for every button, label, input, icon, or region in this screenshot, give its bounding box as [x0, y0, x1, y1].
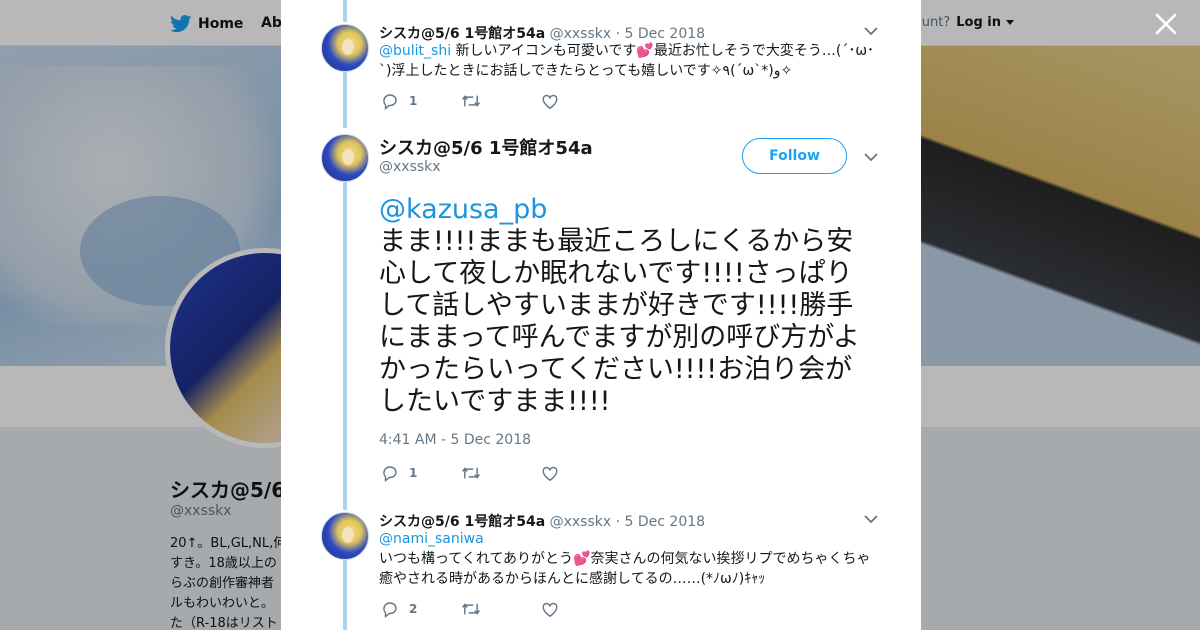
chevron-down-icon[interactable] [864, 514, 878, 524]
tweet-date[interactable]: 5 Dec 2018 [625, 26, 706, 42]
tweet-body: まま!!!!ままも最近ころしにくるから安心して夜しか眠れないです!!!!さっぱり… [379, 226, 860, 417]
thread-line [343, 72, 347, 128]
tweet-body: 新しいアイコンも可愛いです💕最近お忙しそうで大変そう…(´･ω･`)浮上したとき… [379, 43, 875, 79]
reply-button[interactable]: 1 [381, 92, 461, 110]
like-icon [542, 602, 558, 617]
separator-dot: · [615, 514, 621, 530]
reply-icon [383, 94, 397, 110]
reply-icon [383, 602, 397, 618]
retweet-icon [461, 467, 481, 479]
chevron-down-icon[interactable] [864, 26, 878, 36]
avatar[interactable] [321, 134, 369, 182]
like-icon [542, 466, 558, 481]
chevron-down-icon[interactable] [864, 152, 878, 162]
tweet-author-handle[interactable]: @xxsskx [550, 26, 612, 42]
like-button[interactable] [541, 93, 621, 110]
avatar[interactable] [321, 512, 369, 560]
tweet-author-name[interactable]: シスカ@5/6 1号館オ54a [379, 134, 593, 160]
thread-line [343, 0, 347, 22]
tweet-author-name[interactable]: シスカ@5/6 1号館オ54a [379, 26, 545, 42]
reply-button[interactable]: 2 [381, 600, 461, 618]
reply-count: 1 [409, 94, 418, 108]
retweet-icon [461, 603, 481, 615]
close-icon[interactable] [1153, 11, 1179, 37]
tweet-modal: シスカ@5/6 1号館オ54a @xxsskx · 5 Dec 2018 @bu… [281, 0, 921, 630]
reply-count: 1 [409, 466, 418, 480]
tweet-header: シスカ@5/6 1号館オ54a @xxsskx · 5 Dec 2018 [379, 511, 705, 531]
tweet-actions: 1 [381, 464, 621, 482]
reply-count: 2 [409, 602, 418, 616]
tweet-timestamp[interactable]: 4:41 AM - 5 Dec 2018 [379, 432, 531, 448]
retweet-button[interactable] [461, 464, 541, 482]
like-button[interactable] [541, 465, 621, 482]
thread-line [343, 182, 347, 510]
tweet-text: @nami_saniwa いつも構ってくれてありがとう💕奈実さんの何気ない挨拶リ… [379, 529, 879, 589]
separator-dot: · [615, 26, 621, 42]
retweet-button[interactable] [461, 600, 541, 618]
like-icon [542, 94, 558, 109]
tweet-author-handle[interactable]: @xxsskx [379, 159, 441, 175]
mention-link[interactable]: @bulit_shi [379, 43, 451, 59]
retweet-button[interactable] [461, 92, 541, 110]
tweet-header: シスカ@5/6 1号館オ54a @xxsskx · 5 Dec 2018 [379, 23, 705, 43]
reply-icon [383, 466, 397, 482]
follow-button[interactable]: Follow [742, 138, 847, 174]
mention-link[interactable]: @nami_saniwa [379, 529, 879, 549]
tweet-date[interactable]: 5 Dec 2018 [625, 514, 706, 530]
thread-line [343, 560, 347, 630]
retweet-icon [461, 95, 481, 107]
reply-button[interactable]: 1 [381, 464, 461, 482]
mention-link[interactable]: @kazusa_pb [379, 192, 547, 228]
like-button[interactable] [541, 601, 621, 618]
tweet-text: @bulit_shi 新しいアイコンも可愛いです💕最近お忙しそうで大変そう…(´… [379, 41, 879, 81]
avatar[interactable] [321, 24, 369, 72]
tweet-actions: 1 [381, 92, 621, 110]
tweet-body: いつも構ってくれてありがとう💕奈実さんの何気ない挨拶リプでめちゃくちゃ癒やされる… [379, 551, 871, 587]
tweet-author-name[interactable]: シスカ@5/6 1号館オ54a [379, 514, 545, 530]
tweet-actions: 2 [381, 600, 621, 618]
tweet-author-handle[interactable]: @xxsskx [550, 514, 612, 530]
